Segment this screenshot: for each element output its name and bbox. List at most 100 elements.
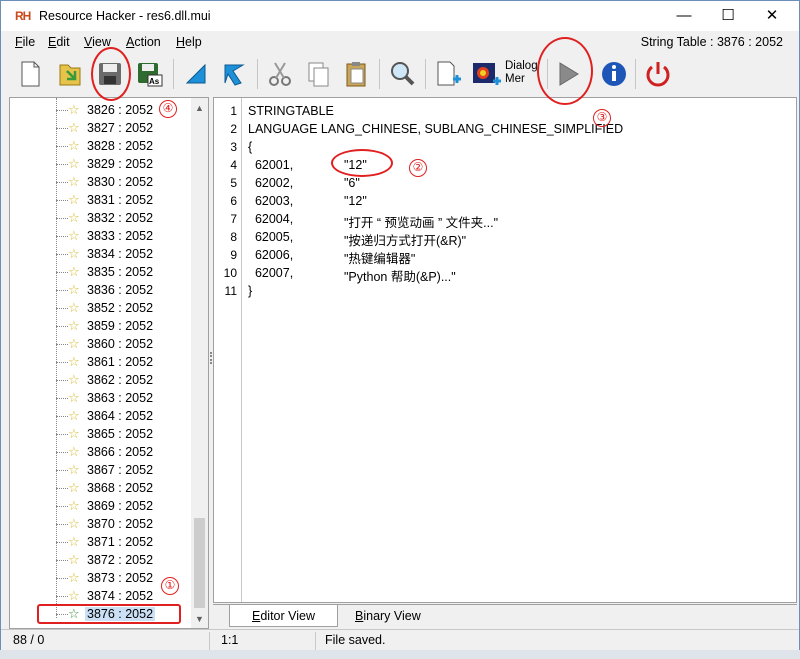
code-line-text: }: [248, 284, 253, 298]
tree-item[interactable]: ☆ 3870 : 2052: [10, 515, 192, 533]
tree-item[interactable]: ☆ 3869 : 2052: [10, 497, 192, 515]
add-image-icon[interactable]: [469, 57, 503, 91]
menu-help[interactable]: Help: [176, 35, 202, 49]
line-number: 6: [230, 194, 237, 208]
resource-label: String Table : 3876 : 2052: [640, 35, 783, 49]
add-resource-icon[interactable]: [431, 57, 465, 91]
status-position: 1:1: [221, 633, 239, 647]
tree-item-label: 3828 : 2052: [87, 139, 154, 153]
code-line-text: 62006,: [248, 248, 294, 262]
save-as-icon[interactable]: As: [133, 57, 167, 91]
tree-connector: [56, 452, 68, 453]
tree-connector: [56, 578, 68, 579]
code-line-text: 62005,: [248, 230, 294, 244]
code-editor[interactable]: 1 2 3 4 5 6 7 8 9 10 11 STRINGTABLE LANGUAGE LANG_C…: [213, 97, 797, 603]
tree-item[interactable]: ☆ 3871 : 2052: [10, 533, 192, 551]
search-icon[interactable]: [385, 57, 419, 91]
import-arrow-icon[interactable]: [179, 57, 213, 91]
line-number: 1: [230, 104, 237, 118]
star-icon: ☆: [68, 246, 80, 261]
tree-item-label: 3836 : 2052: [87, 283, 154, 297]
copy-icon[interactable]: [301, 57, 335, 91]
tree-item[interactable]: ☆ 3832 : 2052: [10, 209, 192, 227]
view-tabs: Editor View Binary View: [213, 604, 797, 628]
tree-item[interactable]: ☆ 3828 : 2052: [10, 137, 192, 155]
tree-item[interactable]: ☆ 3872 : 2052: [10, 551, 192, 569]
tree-connector: [56, 164, 68, 165]
paste-icon[interactable]: [339, 57, 373, 91]
code-line-text: 62003,: [248, 194, 294, 208]
power-exit-icon[interactable]: [641, 57, 675, 91]
tab-editor-view[interactable]: Editor View: [229, 605, 339, 627]
tree-item-label: 3873 : 2052: [87, 571, 154, 585]
code-line-text: 62004,: [248, 212, 294, 226]
minimize-button[interactable]: —: [661, 1, 707, 31]
tree-item-label: 3863 : 2052: [87, 391, 154, 405]
tree-item[interactable]: ☆ 3865 : 2052: [10, 425, 192, 443]
tree-item[interactable]: ☆ 3863 : 2052: [10, 389, 192, 407]
scroll-down-icon[interactable]: ▼: [191, 611, 208, 628]
tree-connector: [56, 272, 68, 273]
tree-item[interactable]: ☆ 3827 : 2052: [10, 119, 192, 137]
tree-item[interactable]: ☆ 3830 : 2052: [10, 173, 192, 191]
star-icon: ☆: [68, 354, 80, 369]
menu-file[interactable]: File: [15, 35, 35, 49]
tree-item[interactable]: ☆ 3861 : 2052: [10, 353, 192, 371]
info-icon[interactable]: [597, 57, 631, 91]
tab-binary-view[interactable]: Binary View: [333, 605, 443, 627]
tree-item[interactable]: ☆ 3866 : 2052: [10, 443, 192, 461]
title-bar: RH Resource Hacker - res6.dll.mui — ☐ ✕: [1, 1, 799, 31]
resource-hacker-window: RH Resource Hacker - res6.dll.mui — ☐ ✕ …: [0, 0, 800, 659]
tree-connector: [56, 182, 68, 183]
code-line-value: "Python 帮助(&P)...": [344, 270, 456, 284]
tree-item[interactable]: ☆ 3868 : 2052: [10, 479, 192, 497]
tree-item-label: 3870 : 2052: [87, 517, 154, 531]
star-icon: ☆: [68, 534, 80, 549]
tree-item[interactable]: ☆ 3852 : 2052: [10, 299, 192, 317]
tree-item[interactable]: ☆ 3867 : 2052: [10, 461, 192, 479]
tree-item[interactable]: ☆ 3833 : 2052: [10, 227, 192, 245]
export-arrow-icon[interactable]: [217, 57, 251, 91]
tree-scrollbar[interactable]: ▲ ▼: [191, 98, 208, 628]
tree-item[interactable]: ☆ 3829 : 2052: [10, 155, 192, 173]
tree-connector: [56, 200, 68, 201]
tree-item[interactable]: ☆ 3859 : 2052: [10, 317, 192, 335]
tree-item[interactable]: ☆ 3836 : 2052: [10, 281, 192, 299]
code-line-text: 62002,: [248, 176, 294, 190]
tree-item[interactable]: ☆ 3831 : 2052: [10, 191, 192, 209]
line-number: 3: [230, 140, 237, 154]
maximize-button[interactable]: ☐: [705, 1, 751, 31]
star-icon: ☆: [68, 102, 80, 117]
scroll-up-icon[interactable]: ▲: [191, 100, 208, 117]
tree-item-label: 3866 : 2052: [87, 445, 154, 459]
tree-item-label: 3867 : 2052: [87, 463, 154, 477]
tree-item[interactable]: ☆ 3864 : 2052: [10, 407, 192, 425]
open-folder-icon[interactable]: [53, 57, 87, 91]
line-number: 2: [230, 122, 237, 136]
tree-connector: [56, 146, 68, 147]
cut-icon[interactable]: [263, 57, 297, 91]
tree-item[interactable]: ☆ 3835 : 2052: [10, 263, 192, 281]
tree-item-label: 3852 : 2052: [87, 301, 154, 315]
line-number: 4: [230, 158, 237, 172]
menu-edit[interactable]: Edit: [48, 35, 70, 49]
new-file-icon[interactable]: [13, 57, 47, 91]
tree-item[interactable]: ☆ 3834 : 2052: [10, 245, 192, 263]
tree-item-label: 3826 : 2052: [87, 103, 154, 117]
close-button[interactable]: ✕: [749, 1, 795, 31]
resource-tree[interactable]: ☆ 3826 : 2052 ☆ 3827 : 2052 ☆ 3828 : 2052 ☆ 382…: [9, 97, 209, 629]
tree-item[interactable]: ☆ 3860 : 2052: [10, 335, 192, 353]
tree-item[interactable]: ☆ 3862 : 2052: [10, 371, 192, 389]
splitter-grip: [210, 352, 212, 364]
toolbar-separator: [173, 59, 174, 89]
tree-connector: [56, 308, 68, 309]
tree-connector: [56, 470, 68, 471]
line-number-gutter: 1 2 3 4 5 6 7 8 9 10 11: [214, 98, 242, 602]
star-icon: ☆: [68, 264, 80, 279]
tree-connector: [56, 380, 68, 381]
menu-action[interactable]: Action: [126, 35, 161, 49]
star-icon: ☆: [68, 552, 80, 567]
scroll-thumb[interactable]: [194, 518, 205, 608]
star-icon: ☆: [68, 228, 80, 243]
star-icon: ☆: [68, 300, 80, 315]
